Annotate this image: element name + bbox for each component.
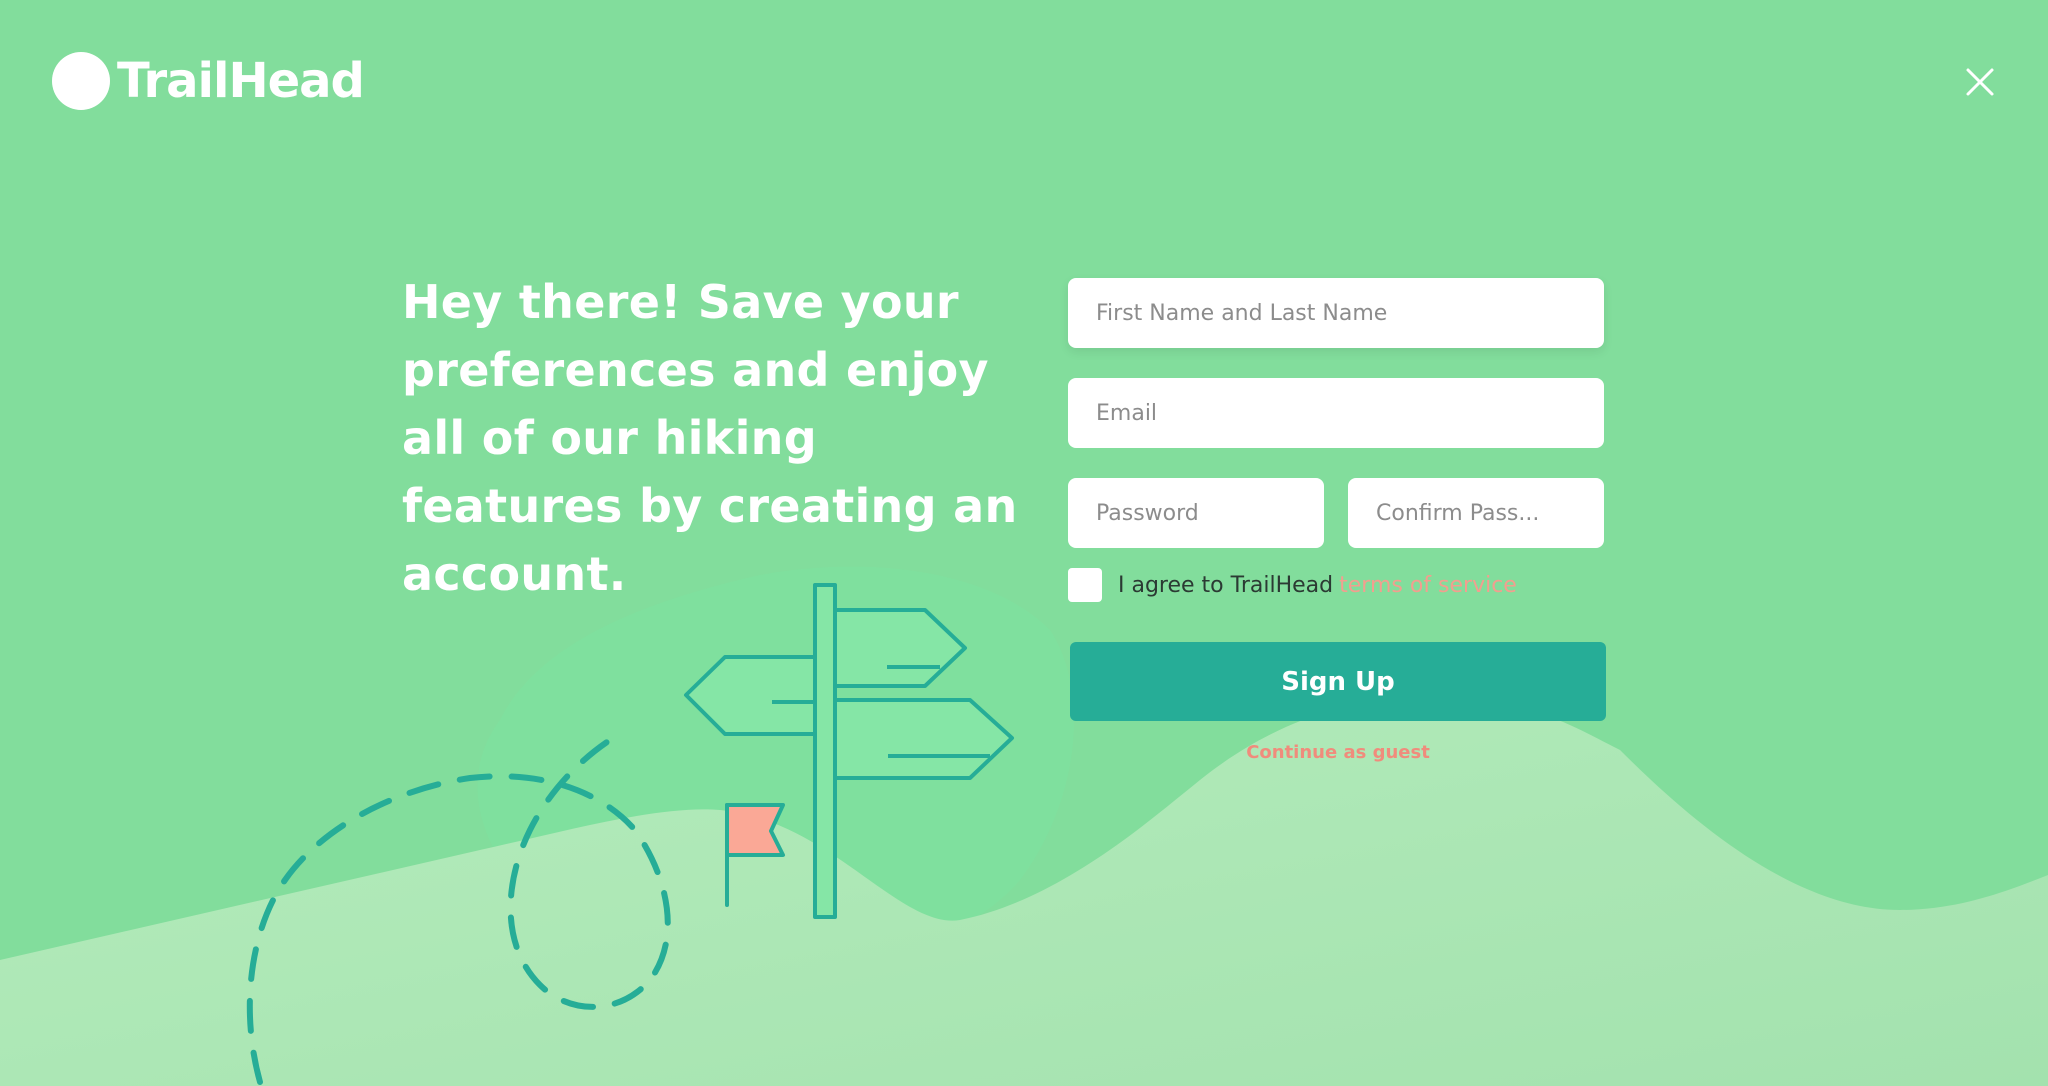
confirm-password-input[interactable] <box>1348 478 1604 548</box>
close-icon <box>1966 68 1994 96</box>
signup-page: TrailHead Hey there! Save your preferenc… <box>0 0 2048 1086</box>
terms-checkbox[interactable] <box>1068 568 1102 602</box>
full-name-input[interactable] <box>1068 278 1604 348</box>
terms-of-service-link[interactable]: terms of service <box>1339 573 1517 598</box>
terms-label: I agree to TrailHead <box>1118 572 1334 598</box>
brand-logo[interactable]: TrailHead <box>52 52 365 110</box>
continue-as-guest-link[interactable]: Continue as guest <box>1070 742 1606 763</box>
page-headline: Hey there! Save your preferences and enj… <box>402 275 1018 601</box>
close-button[interactable] <box>1960 62 2000 102</box>
email-input[interactable] <box>1068 378 1604 448</box>
sign-up-button[interactable]: Sign Up <box>1070 642 1606 721</box>
circle-logo-icon <box>52 52 110 110</box>
password-input[interactable] <box>1068 478 1324 548</box>
brand-name: TrailHead <box>117 53 365 109</box>
terms-agreement-row: I agree to TrailHead terms of service <box>1068 568 1517 602</box>
